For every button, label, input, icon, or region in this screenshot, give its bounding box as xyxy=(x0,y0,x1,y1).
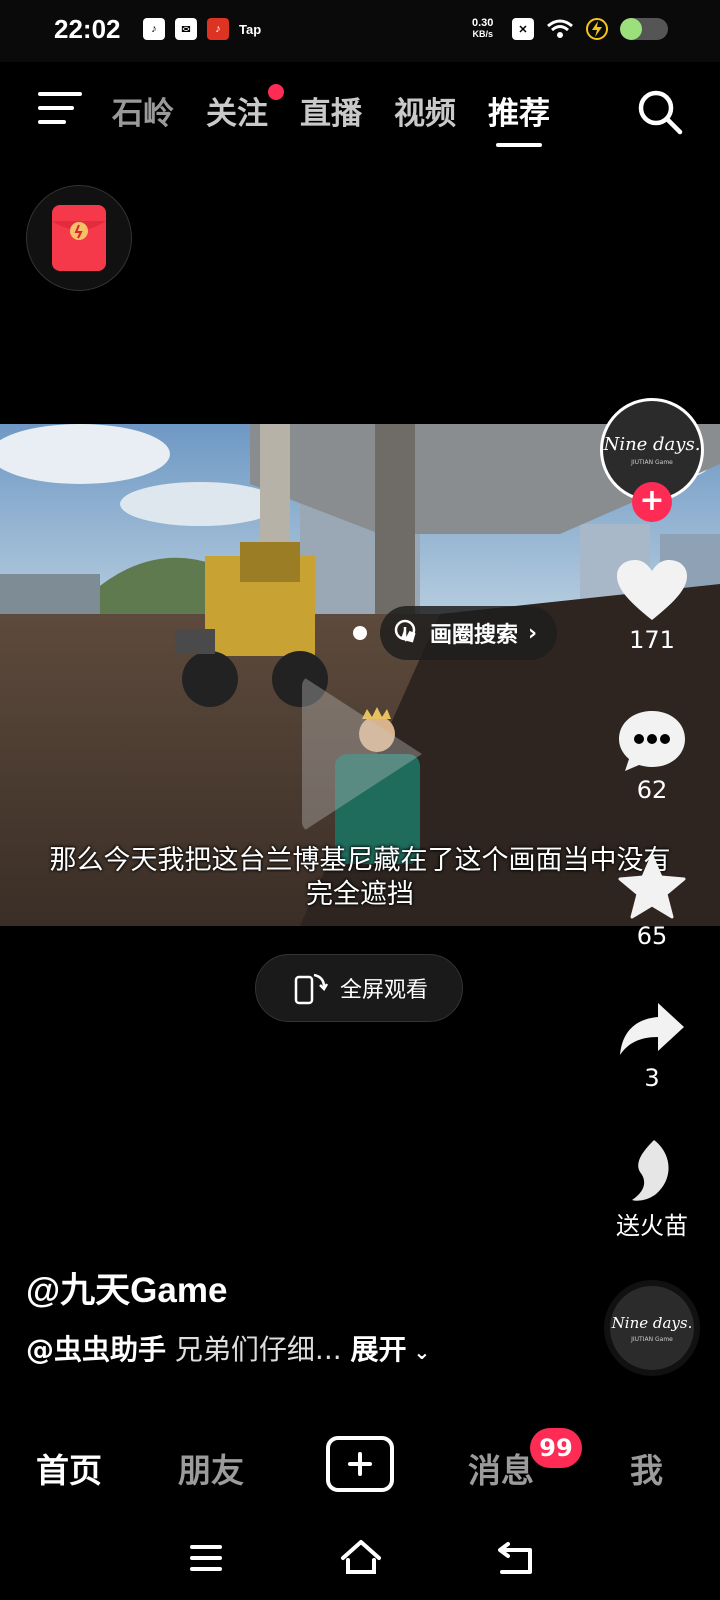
share-count: 3 xyxy=(644,1064,660,1092)
tiktok-icon: ♪ xyxy=(143,18,165,40)
search-icon[interactable] xyxy=(636,88,684,136)
disc-logo-subtext: JIUTIAN Game xyxy=(631,1335,673,1343)
home-icon[interactable] xyxy=(340,1538,382,1576)
expand-button[interactable]: 展开 ⌄ xyxy=(351,1333,431,1366)
tab-following[interactable]: 关注 xyxy=(206,84,284,133)
follow-plus-button[interactable]: + xyxy=(632,482,672,522)
create-button[interactable] xyxy=(326,1436,394,1492)
net-speed-unit: KB/s xyxy=(472,29,493,39)
battery-fill xyxy=(620,18,642,40)
mention-link[interactable]: @虫虫助手 xyxy=(26,1333,166,1366)
like-count: 171 xyxy=(629,626,675,654)
top-tabs: 石岭 关注 直播 视频 推荐 xyxy=(112,84,550,147)
menu-icon[interactable] xyxy=(38,90,84,126)
gift-flame-button[interactable]: 送火苗 xyxy=(602,1136,702,1241)
avatar-logo-subtext: JIUTIAN Game xyxy=(631,459,673,466)
tiktok-lite-icon: ♪ xyxy=(207,18,229,40)
fullscreen-label: 全屏观看 xyxy=(339,978,428,1003)
favorite-count: 65 xyxy=(636,922,668,950)
star-icon xyxy=(618,854,686,919)
tab-live[interactable]: 直播 xyxy=(300,88,362,133)
gift-label: 送火苗 xyxy=(616,1212,688,1240)
favorite-button[interactable]: 65 xyxy=(602,852,702,950)
chevron-right-icon: › xyxy=(528,620,538,646)
messages-badge: 99 xyxy=(530,1428,582,1468)
recent-apps-icon[interactable] xyxy=(188,1542,224,1574)
notification-dot xyxy=(268,84,284,100)
status-right-icons: ✕ xyxy=(512,18,668,40)
charging-icon xyxy=(586,18,608,40)
net-speed-value: 0.30 xyxy=(472,17,494,29)
tab-recommend[interactable]: 推荐 xyxy=(488,88,550,147)
red-packet-icon xyxy=(52,205,106,271)
wifi-icon xyxy=(547,19,573,38)
flame-seedling-icon xyxy=(632,1140,669,1201)
description-text: 兄弟们仔细... xyxy=(174,1333,342,1366)
circle-search-label: 画圈搜索 xyxy=(430,623,519,648)
circle-search-button[interactable]: 画圈搜索 › xyxy=(380,606,558,660)
battery-indicator xyxy=(620,18,668,40)
share-button[interactable]: 3 xyxy=(602,994,702,1092)
heart-icon xyxy=(617,560,687,620)
chevron-down-icon: ⌄ xyxy=(406,1340,431,1364)
like-button[interactable]: 171 xyxy=(602,556,702,654)
avatar-logo-text: Nine days. xyxy=(603,434,701,455)
sim-off-icon: ✕ xyxy=(512,18,534,40)
status-app-icons: ♪ ✉ ♪ Tap xyxy=(143,18,261,40)
nav-friends[interactable]: 朋友 xyxy=(178,1444,244,1492)
comment-count: 62 xyxy=(636,776,668,804)
disc-logo-text: Nine days. xyxy=(611,1313,693,1332)
video-description: @虫虫助手 兄弟们仔细... 展开 ⌄ xyxy=(26,1328,430,1368)
comment-button[interactable]: 62 xyxy=(602,706,702,804)
mail-icon: ✉ xyxy=(175,18,197,40)
nav-me[interactable]: 我 xyxy=(630,1444,663,1492)
search-pin-dot xyxy=(353,626,367,640)
author-name[interactable]: @九天Game xyxy=(26,1262,227,1313)
net-speed: 0.30 KB/s xyxy=(472,18,493,40)
share-arrow-icon xyxy=(620,1003,684,1055)
play-icon[interactable] xyxy=(302,676,422,832)
tab-shiling[interactable]: 石岭 xyxy=(112,88,174,133)
hand-pointer-icon xyxy=(394,619,416,643)
plus-icon xyxy=(348,1452,372,1476)
back-icon[interactable] xyxy=(496,1540,536,1576)
nav-messages[interactable]: 消息 xyxy=(468,1444,534,1492)
status-time: 22:02 xyxy=(54,14,121,44)
tab-video[interactable]: 视频 xyxy=(394,88,456,133)
nav-home[interactable]: 首页 xyxy=(36,1444,102,1492)
comment-icon xyxy=(619,711,685,771)
tap-label: Tap xyxy=(239,21,262,37)
fullscreen-button[interactable]: 全屏观看 xyxy=(255,954,463,1022)
rotate-screen-icon xyxy=(294,973,328,1005)
music-disc[interactable]: Nine days. JIUTIAN Game xyxy=(604,1280,700,1376)
red-packet-button[interactable] xyxy=(26,185,132,291)
